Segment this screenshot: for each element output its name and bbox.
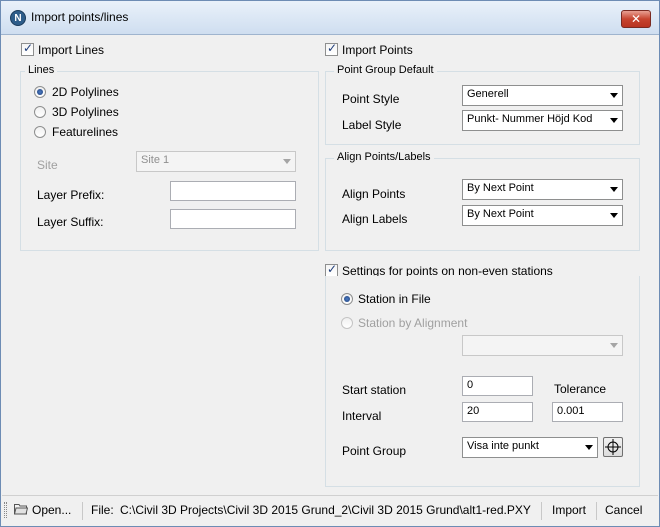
folder-open-icon: [14, 504, 28, 515]
lines-group-title: Lines: [25, 64, 58, 76]
cancel-button[interactable]: Cancel: [605, 503, 642, 517]
layer-suffix-label: Layer Suffix:: [37, 215, 104, 229]
layer-prefix-label: Layer Prefix:: [37, 188, 105, 202]
point-group-select[interactable]: Visa inte punkt: [462, 437, 598, 458]
close-button[interactable]: ✕: [621, 10, 651, 28]
radio-featurelines-label: Featurelines: [52, 125, 119, 139]
alignment-select[interactable]: [462, 335, 623, 356]
station-in-file-label: Station in File: [358, 292, 431, 306]
align-points-label: Align Points: [342, 187, 406, 201]
label-style-select[interactable]: Punkt- Nummer Höjd Kod: [462, 110, 623, 131]
lines-group: Lines 2D Polylines 3D Polylines Featurel…: [20, 64, 319, 251]
align-labels-select[interactable]: By Next Point: [462, 205, 623, 226]
station-by-alignment-label: Station by Alignment: [358, 316, 468, 330]
point-group-label: Point Group: [342, 444, 407, 458]
chevron-down-icon: [610, 343, 618, 348]
radio-2d-polylines-label: 2D Polylines: [52, 85, 119, 99]
window-title: Import points/lines: [31, 10, 129, 24]
start-station-label: Start station: [342, 383, 407, 397]
stations-group: Station in File Station by Alignment Sta…: [325, 276, 640, 487]
status-separator: [82, 502, 83, 520]
crosshair-icon: [605, 439, 621, 455]
chevron-down-icon: [610, 118, 618, 123]
tolerance-label: Tolerance: [554, 382, 607, 396]
layer-prefix-input[interactable]: [170, 181, 296, 201]
pick-point-group-button[interactable]: [603, 437, 623, 457]
radio-3d-polylines-label: 3D Polylines: [52, 105, 119, 119]
status-bar: Open... File: C:\Civil 3D Projects\Civil…: [2, 495, 658, 525]
label-style-label: Label Style: [342, 118, 402, 132]
site-select-value: Site 1: [141, 154, 170, 166]
point-style-value: Generell: [467, 88, 509, 100]
point-group-default-group: Point Group Default Point Style Generell…: [325, 64, 640, 145]
align-points-value: By Next Point: [467, 182, 534, 194]
file-path: C:\Civil 3D Projects\Civil 3D 2015 Grund…: [120, 503, 531, 517]
layer-suffix-input[interactable]: [170, 209, 296, 229]
align-labels-label: Align Labels: [342, 212, 408, 226]
start-station-input[interactable]: 0: [462, 376, 533, 396]
align-group: Align Points/Labels Align Points By Next…: [325, 151, 640, 251]
dialog-body: Import Lines Lines 2D Polylines 3D Polyl…: [9, 36, 651, 494]
radio-station-in-file[interactable]: [341, 293, 353, 305]
chevron-down-icon: [585, 445, 593, 450]
chevron-down-icon: [610, 213, 618, 218]
app-logo-icon: N: [10, 10, 26, 26]
site-label: Site: [37, 158, 58, 172]
radio-featurelines[interactable]: [34, 126, 46, 138]
interval-input[interactable]: 20: [462, 402, 533, 422]
point-style-select[interactable]: Generell: [462, 85, 623, 106]
file-label: File:: [91, 503, 114, 517]
radio-3d-polylines[interactable]: [34, 106, 46, 118]
import-points-label: Import Points: [342, 43, 413, 57]
import-points-checkbox[interactable]: [325, 41, 338, 56]
tolerance-input[interactable]: 0.001: [552, 402, 623, 422]
point-group-default-title: Point Group Default: [334, 64, 437, 76]
point-group-value: Visa inte punkt: [467, 440, 539, 452]
chevron-down-icon: [610, 93, 618, 98]
chevron-down-icon: [610, 187, 618, 192]
radio-2d-polylines[interactable]: [34, 86, 46, 98]
interval-label: Interval: [342, 409, 382, 423]
chevron-down-icon: [283, 159, 291, 164]
title-bar: N Import points/lines ✕: [1, 1, 659, 35]
label-style-value: Punkt- Nummer Höjd Kod: [467, 113, 593, 125]
import-dialog: N Import points/lines ✕ Import Lines Lin…: [0, 0, 660, 527]
import-lines-checkbox[interactable]: [21, 41, 34, 56]
import-button[interactable]: Import: [552, 503, 586, 517]
grip-handle-icon: [4, 502, 7, 518]
status-separator: [541, 502, 542, 520]
status-separator: [596, 502, 597, 520]
import-lines-label: Import Lines: [38, 43, 105, 57]
radio-station-by-alignment[interactable]: [341, 317, 353, 329]
point-style-label: Point Style: [342, 92, 400, 106]
align-labels-value: By Next Point: [467, 208, 534, 220]
align-group-title: Align Points/Labels: [334, 151, 434, 163]
align-points-select[interactable]: By Next Point: [462, 179, 623, 200]
site-select[interactable]: Site 1: [136, 151, 296, 172]
open-button[interactable]: Open...: [32, 503, 71, 517]
